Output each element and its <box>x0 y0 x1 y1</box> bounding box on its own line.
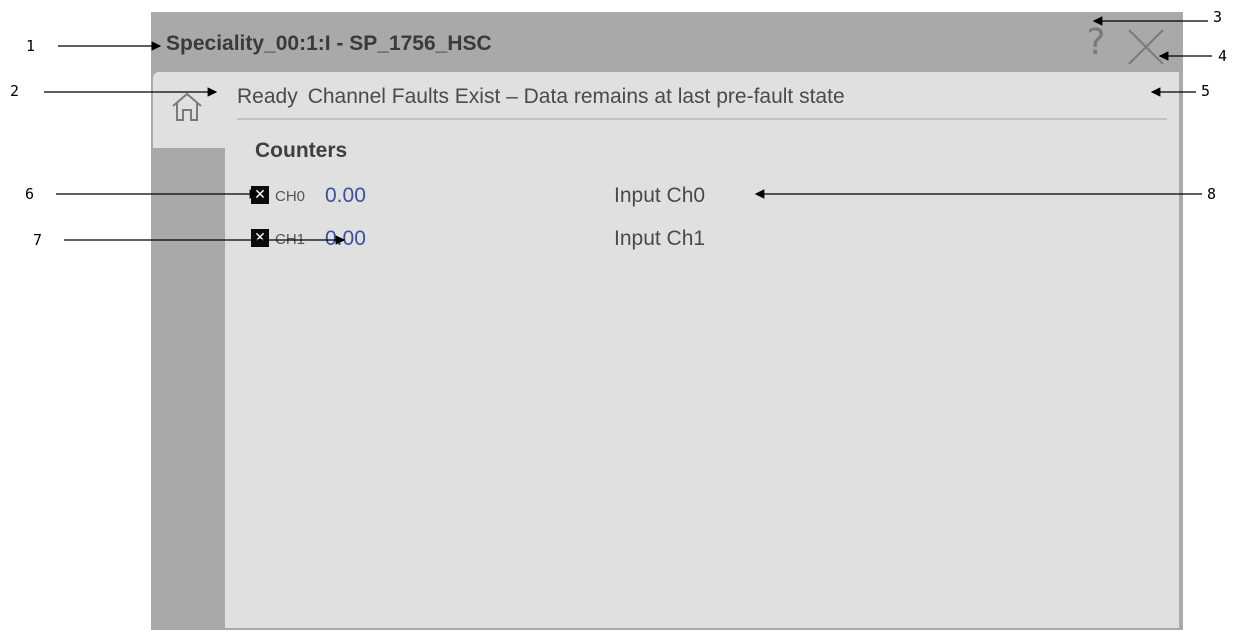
callout-number-2: 2 <box>10 82 20 100</box>
callout-arrows <box>44 16 1212 245</box>
callout-number-5: 5 <box>1201 82 1211 100</box>
callout-number-3: 3 <box>1213 8 1223 26</box>
stage: Speciality_00:1:I - SP_1756_HSC ? Ready C… <box>0 0 1238 630</box>
callout-number-6: 6 <box>25 185 35 203</box>
callout-number-8: 8 <box>1207 185 1217 203</box>
callout-number-4: 4 <box>1218 47 1228 65</box>
callout-number-7: 7 <box>33 231 43 249</box>
callout-number-1: 1 <box>26 37 36 55</box>
